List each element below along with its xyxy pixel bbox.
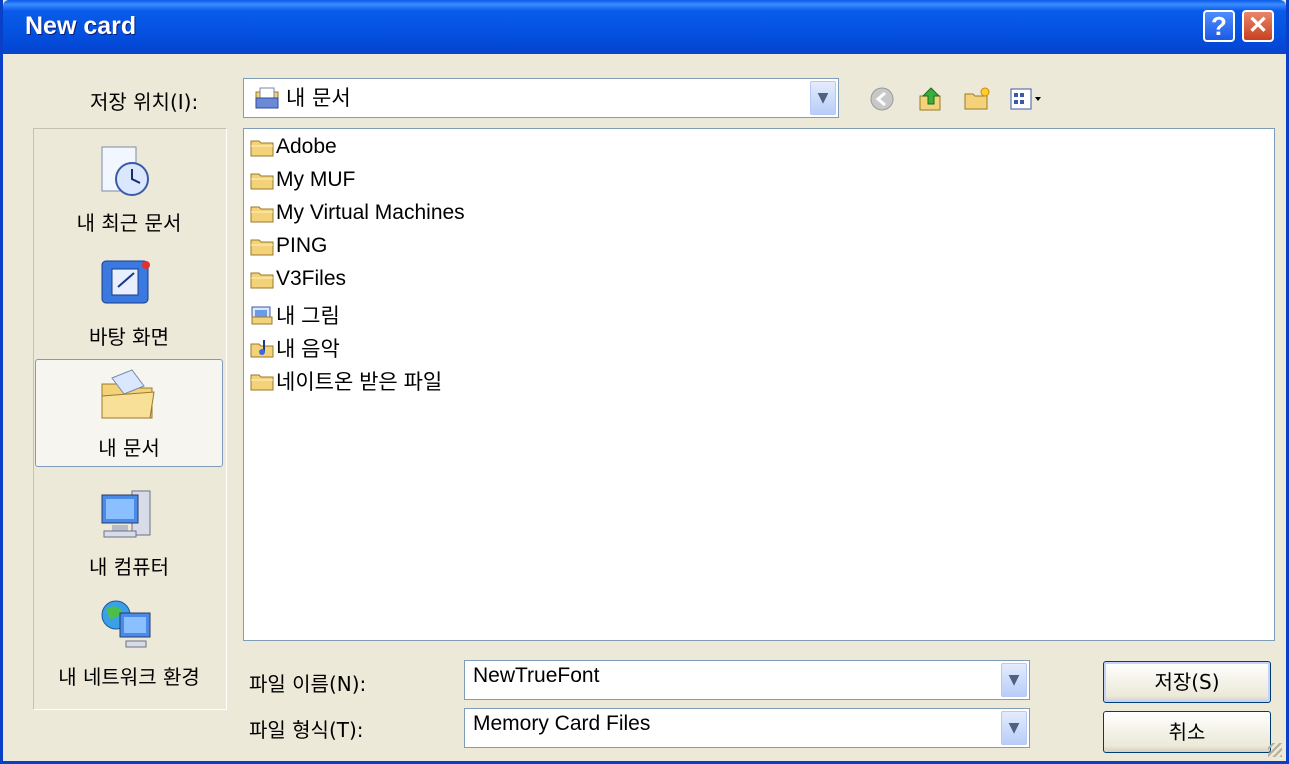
my-documents-icon bbox=[255, 87, 279, 109]
place-desktop[interactable]: 바탕 화면 bbox=[34, 249, 224, 357]
list-item-my-pictures[interactable]: 내 그림 bbox=[250, 300, 340, 330]
file-name: PING bbox=[276, 234, 328, 257]
window-title: New card bbox=[25, 12, 137, 40]
places-bar: 내 최근 문서 바탕 화면 내 문서 내 컴퓨터 내 네트워크 환경 bbox=[33, 128, 227, 710]
resize-grip[interactable] bbox=[1268, 743, 1282, 757]
file-name: 내 그림 bbox=[276, 305, 340, 328]
up-folder-icon[interactable] bbox=[917, 86, 945, 112]
desktop-icon bbox=[101, 260, 150, 304]
file-type-value: Memory Card Files bbox=[473, 712, 651, 735]
file-name: My MUF bbox=[276, 168, 356, 191]
folder-icon bbox=[250, 173, 274, 190]
folder-icon bbox=[250, 140, 274, 157]
file-name-value: NewTrueFont bbox=[473, 664, 600, 687]
music-folder-icon bbox=[250, 340, 274, 358]
chevron-down-icon[interactable]: ▼ bbox=[1001, 711, 1027, 745]
back-icon[interactable] bbox=[869, 86, 897, 112]
folder-icon bbox=[250, 239, 274, 256]
list-item-adobe[interactable]: Adobe bbox=[250, 135, 337, 165]
file-name-input[interactable]: NewTrueFont ▼ bbox=[464, 660, 1030, 700]
recent-documents-icon bbox=[101, 146, 149, 196]
folder-icon bbox=[250, 374, 274, 391]
view-menu-icon[interactable] bbox=[1009, 86, 1043, 112]
save-in-label: 저장 위치(I): bbox=[90, 90, 199, 114]
file-name: 내 음악 bbox=[276, 338, 340, 361]
list-item-ping[interactable]: PING bbox=[250, 234, 327, 264]
folder-icon bbox=[250, 272, 274, 289]
save-in-dropdown[interactable]: 내 문서 ▼ bbox=[243, 78, 839, 118]
folder-icon bbox=[250, 206, 274, 223]
place-label: 내 문서 bbox=[98, 436, 160, 460]
file-list[interactable]: Adobe My MUF My Virtual Machines PING V3… bbox=[243, 128, 1275, 641]
my-documents-icon bbox=[101, 369, 155, 419]
save-button[interactable]: 저장(S) bbox=[1103, 661, 1271, 703]
place-network[interactable]: 내 네트워크 환경 bbox=[34, 589, 224, 697]
place-my-documents[interactable]: 내 문서 bbox=[35, 359, 223, 467]
save-in-value: 내 문서 bbox=[286, 86, 351, 110]
list-item-my-virtual-machines[interactable]: My Virtual Machines bbox=[250, 201, 465, 231]
list-item-my-muf[interactable]: My MUF bbox=[250, 168, 355, 198]
chevron-down-icon[interactable]: ▼ bbox=[810, 81, 836, 115]
place-recent-documents[interactable]: 내 최근 문서 bbox=[34, 135, 224, 243]
place-label: 바탕 화면 bbox=[89, 325, 169, 349]
help-button[interactable]: ? bbox=[1203, 10, 1235, 42]
file-type-label: 파일 형식(T): bbox=[249, 718, 364, 742]
place-my-computer[interactable]: 내 컴퓨터 bbox=[34, 479, 224, 587]
title-bar[interactable]: New card ? ✕ bbox=[3, 0, 1286, 54]
file-name-label: 파일 이름(N): bbox=[249, 672, 367, 696]
new-folder-icon[interactable] bbox=[963, 86, 991, 112]
list-item-nateon-files[interactable]: 네이트온 받은 파일 bbox=[250, 366, 442, 396]
file-type-dropdown[interactable]: Memory Card Files ▼ bbox=[464, 708, 1030, 748]
close-button[interactable]: ✕ bbox=[1242, 10, 1274, 42]
file-save-dialog: New card ? ✕ 저장 위치(I): 내 문서 ▼ 내 최근 문서 바탕… bbox=[0, 0, 1289, 764]
file-name: V3Files bbox=[276, 267, 347, 290]
place-label: 내 네트워크 환경 bbox=[58, 665, 200, 689]
file-name: My Virtual Machines bbox=[276, 201, 465, 224]
list-item-my-music[interactable]: 내 음악 bbox=[250, 333, 340, 363]
file-name: 네이트온 받은 파일 bbox=[276, 371, 443, 394]
file-name: Adobe bbox=[276, 135, 337, 158]
list-item-v3files[interactable]: V3Files bbox=[250, 267, 346, 297]
cancel-button[interactable]: 취소 bbox=[1103, 711, 1271, 753]
place-label: 내 컴퓨터 bbox=[89, 555, 169, 579]
network-icon bbox=[101, 600, 151, 648]
chevron-down-icon[interactable]: ▼ bbox=[1001, 663, 1027, 697]
place-label: 내 최근 문서 bbox=[76, 211, 182, 235]
my-computer-icon bbox=[101, 490, 151, 538]
pictures-folder-icon bbox=[251, 306, 273, 325]
